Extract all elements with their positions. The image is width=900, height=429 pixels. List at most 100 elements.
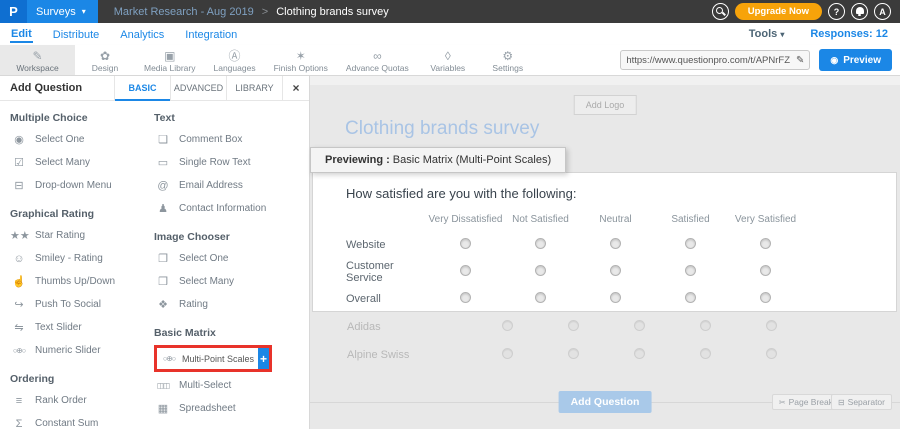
close-panel-button[interactable]: ×	[282, 76, 309, 100]
question-type-image-chooser-select-one[interactable]: ❐Select One	[154, 247, 306, 270]
question-type-text-single-row-text[interactable]: ▭ Single Row Text	[154, 151, 306, 174]
radio-website-not-satisfied[interactable]	[535, 238, 546, 249]
radio-website-neutral[interactable]	[610, 238, 621, 249]
radio-overall-not-satisfied[interactable]	[535, 292, 546, 303]
breadcrumb-parent[interactable]: Market Research - Aug 2019	[114, 6, 254, 18]
add-question-button[interactable]: Add Question	[559, 391, 652, 413]
radio-alpine-swiss-satisfied[interactable]	[700, 348, 711, 359]
radio-alpine-swiss-very-dissatisfied[interactable]	[502, 348, 513, 359]
radio-customer-service-very-dissatisfied[interactable]	[460, 265, 471, 276]
question-type-multiple-choice-select-many[interactable]: ☑Select Many	[10, 151, 148, 174]
question-type-multiple-choice-select-one[interactable]: ◉Select One	[10, 128, 148, 151]
toolbar-variables[interactable]: ◊Variables	[418, 45, 478, 75]
question-type-ordering-rank-order[interactable]: ≡Rank Order	[10, 389, 148, 412]
share-url-input[interactable]	[626, 55, 796, 66]
breadcrumb-separator: >	[262, 6, 268, 18]
toolbar-settings[interactable]: ⚙Settings	[478, 45, 538, 75]
select-one-icon: ◉	[10, 133, 28, 146]
page-break-button[interactable]: ✂ Page Break	[772, 394, 840, 410]
question-type-basic-matrix-spreadsheet[interactable]: ▦Spreadsheet	[154, 397, 306, 420]
question-type-basic-matrix-multi-point-scales[interactable]: ○⊕○Multi-Point Scales+	[154, 345, 272, 372]
radio-overall-neutral[interactable]	[610, 292, 621, 303]
question-type-ordering-constant-sum[interactable]: ΣConstant Sum	[10, 412, 148, 429]
survey-title[interactable]: Clothing brands survey	[345, 118, 539, 140]
nav-tab-edit[interactable]: Edit	[10, 25, 33, 43]
tab-basic[interactable]: BASIC	[114, 76, 170, 100]
radio-overall-very-dissatisfied[interactable]	[460, 292, 471, 303]
add-logo-button[interactable]: Add Logo	[574, 95, 637, 115]
question-type-label: Single Row Text	[179, 157, 251, 168]
question-types-column-2: Text❏Comment Box▭Single Row Text@Email A…	[154, 101, 306, 429]
settings-icon: ⚙	[502, 50, 513, 62]
question-type-graphical-rating-thumbs-up-down[interactable]: ☝Thumbs Up/Down	[10, 270, 148, 293]
question-type-text-comment-box[interactable]: ❏Comment Box	[154, 128, 306, 151]
radio-customer-service-neutral[interactable]	[610, 265, 621, 276]
toolbar-finish-options[interactable]: ✶Finish Options	[265, 45, 337, 75]
toolbar-advance-quotas[interactable]: ∞Advance Quotas	[337, 45, 418, 75]
matrix-cell-website-not-satisfied	[503, 236, 578, 254]
questionpro-logo: P	[0, 0, 27, 23]
radio-adidas-very-dissatisfied[interactable]	[502, 320, 513, 331]
account-avatar[interactable]: A	[874, 3, 891, 20]
question-type-graphical-rating-star-rating[interactable]: ★★Star Rating	[10, 224, 148, 247]
radio-website-satisfied[interactable]	[685, 238, 696, 249]
question-type-text-contact-information[interactable]: ♟Contact Information	[154, 197, 306, 220]
preview-button[interactable]: ◉ Preview	[819, 49, 892, 71]
question-type-image-chooser-select-many[interactable]: ❒Select Many	[154, 270, 306, 293]
tab-library[interactable]: LIBRARY	[226, 76, 282, 100]
radio-adidas-neutral[interactable]	[634, 320, 645, 331]
question-type-basic-matrix-multi-select[interactable]: ◫◫Multi-Select	[154, 374, 306, 397]
separator-button[interactable]: ⊟ Separator	[831, 394, 892, 410]
question-type-text-email-address[interactable]: @Email Address	[154, 174, 306, 197]
email-address-icon: @	[154, 180, 172, 192]
surveys-product-menu[interactable]: Surveys ▾	[27, 0, 98, 23]
radio-overall-very-satisfied[interactable]	[760, 292, 771, 303]
radio-customer-service-satisfied[interactable]	[685, 265, 696, 276]
question-type-graphical-rating-push-to-social[interactable]: ↪Push To Social	[10, 293, 148, 316]
single-row-text-icon: ▭	[154, 156, 172, 169]
toolbar-items: ✎Workspace✿Design▣Media LibraryⒶLanguage…	[0, 45, 538, 75]
radio-website-very-dissatisfied[interactable]	[460, 238, 471, 249]
tab-advanced[interactable]: ADVANCED	[170, 76, 226, 100]
radio-adidas-very-satisfied[interactable]	[766, 320, 777, 331]
radio-overall-satisfied[interactable]	[685, 292, 696, 303]
panel-title: Add Question	[0, 76, 114, 100]
radio-alpine-swiss-not-satisfied[interactable]	[568, 348, 579, 359]
question-type-graphical-rating-numeric-slider[interactable]: ○⊕○Numeric Slider	[10, 339, 148, 362]
advance-quotas-icon: ∞	[373, 50, 382, 62]
toolbar-media-library[interactable]: ▣Media Library	[135, 45, 205, 75]
nav-tab-distribute[interactable]: Distribute	[52, 26, 100, 42]
separator-icon: ⊟	[838, 398, 845, 407]
background-row-adidas: Adidas	[312, 313, 897, 341]
question-type-graphical-rating-text-slider[interactable]: ⇋Text Slider	[10, 316, 148, 339]
toolbar-design[interactable]: ✿Design	[75, 45, 135, 75]
radio-alpine-swiss-very-satisfied[interactable]	[766, 348, 777, 359]
notifications-button[interactable]	[851, 3, 868, 20]
radio-alpine-swiss-neutral[interactable]	[634, 348, 645, 359]
upgrade-now-button[interactable]: Upgrade Now	[735, 3, 822, 20]
radio-customer-service-very-satisfied[interactable]	[760, 265, 771, 276]
radio-website-very-satisfied[interactable]	[760, 238, 771, 249]
radio-adidas-not-satisfied[interactable]	[568, 320, 579, 331]
radio-adidas-satisfied[interactable]	[700, 320, 711, 331]
radio-customer-service-not-satisfied[interactable]	[535, 265, 546, 276]
star-rating-icon: ★★	[10, 229, 28, 242]
help-button[interactable]: ?	[828, 3, 845, 20]
add-multi-point-scales-button[interactable]: +	[258, 348, 269, 369]
toolbar-workspace[interactable]: ✎Workspace	[0, 45, 75, 75]
edit-url-icon[interactable]: ✎	[796, 55, 804, 66]
matrix-header-row: Very DissatisfiedNot SatisfiedNeutralSat…	[313, 207, 896, 231]
tools-menu[interactable]: Tools ▾	[749, 28, 785, 40]
matrix-cell-customer-service-very-satisfied	[728, 263, 803, 281]
question-type-image-chooser-rating[interactable]: ❖Rating	[154, 293, 306, 316]
toolbar-languages[interactable]: ⒶLanguages	[205, 45, 265, 75]
question-type-multiple-choice-drop-down-menu[interactable]: ⊟Drop-down Menu	[10, 174, 148, 197]
responses-count-link[interactable]: Responses: 12	[810, 28, 888, 40]
nav-tab-analytics[interactable]: Analytics	[119, 26, 165, 42]
background-cell-alpine-swiss-satisfied	[672, 346, 738, 364]
nav-tab-integration[interactable]: Integration	[184, 26, 238, 42]
question-type-graphical-rating-smiley-rating[interactable]: ☺Smiley - Rating	[10, 247, 148, 270]
search-button[interactable]	[712, 3, 729, 20]
topbar-actions: Upgrade Now ? A	[712, 3, 900, 20]
toolbar-workspace-label: Workspace	[16, 63, 58, 73]
